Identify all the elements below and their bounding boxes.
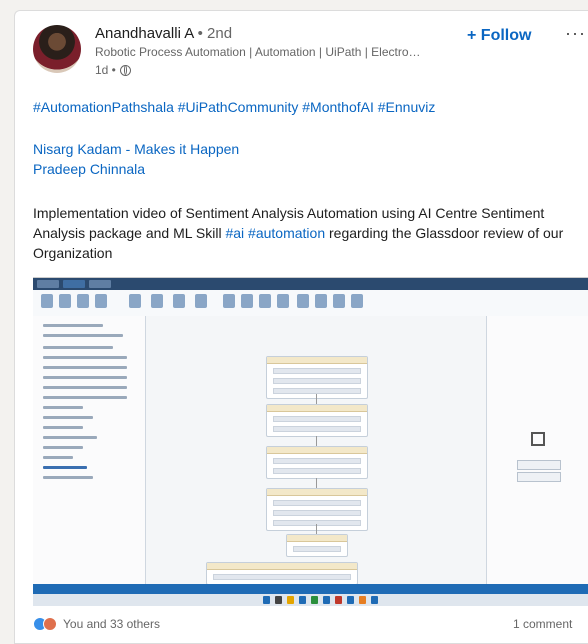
post-card: Anandhavalli A • 2nd Robotic Process Aut… [14, 10, 588, 644]
follow-button[interactable]: + Follow [467, 27, 531, 45]
post-hashtags[interactable]: #AutomationPathshala #UiPathCommunity #M… [33, 97, 573, 117]
more-options-icon[interactable]: ··· [565, 23, 586, 44]
reactions-summary[interactable]: You and 33 others [33, 617, 160, 631]
author-headline: Robotic Process Automation | Automation … [95, 45, 421, 59]
comments-count[interactable]: 1 comment [513, 617, 572, 631]
author-name[interactable]: Anandhavalli A [95, 25, 193, 42]
hashtag-link[interactable]: #ai [225, 225, 244, 241]
properties-panel [486, 316, 588, 584]
app-titlebar [33, 278, 588, 290]
author-name-line[interactable]: Anandhavalli A • 2nd [95, 25, 232, 42]
app-statusbar [33, 584, 588, 594]
post-time: 1d • [95, 63, 116, 77]
video-thumbnail[interactable] [33, 277, 588, 606]
mention-link[interactable]: Pradeep Chinnala [33, 159, 573, 179]
mention-link[interactable]: Nisarg Kadam - Makes it Happen [33, 139, 573, 159]
workflow-canvas [146, 316, 486, 585]
taskbar [33, 594, 588, 606]
author-avatar[interactable] [33, 25, 81, 73]
app-ribbon [33, 290, 588, 317]
post-meta: 1d • [95, 63, 131, 77]
reactions-count[interactable]: You and 33 others [63, 617, 160, 631]
connection-degree: • 2nd [193, 25, 233, 42]
hashtag-link[interactable]: #automation [248, 225, 325, 241]
globe-icon [119, 64, 131, 76]
post-description: Implementation video of Sentiment Analys… [33, 203, 573, 263]
project-panel [33, 316, 146, 584]
love-reaction-icon [43, 617, 57, 631]
